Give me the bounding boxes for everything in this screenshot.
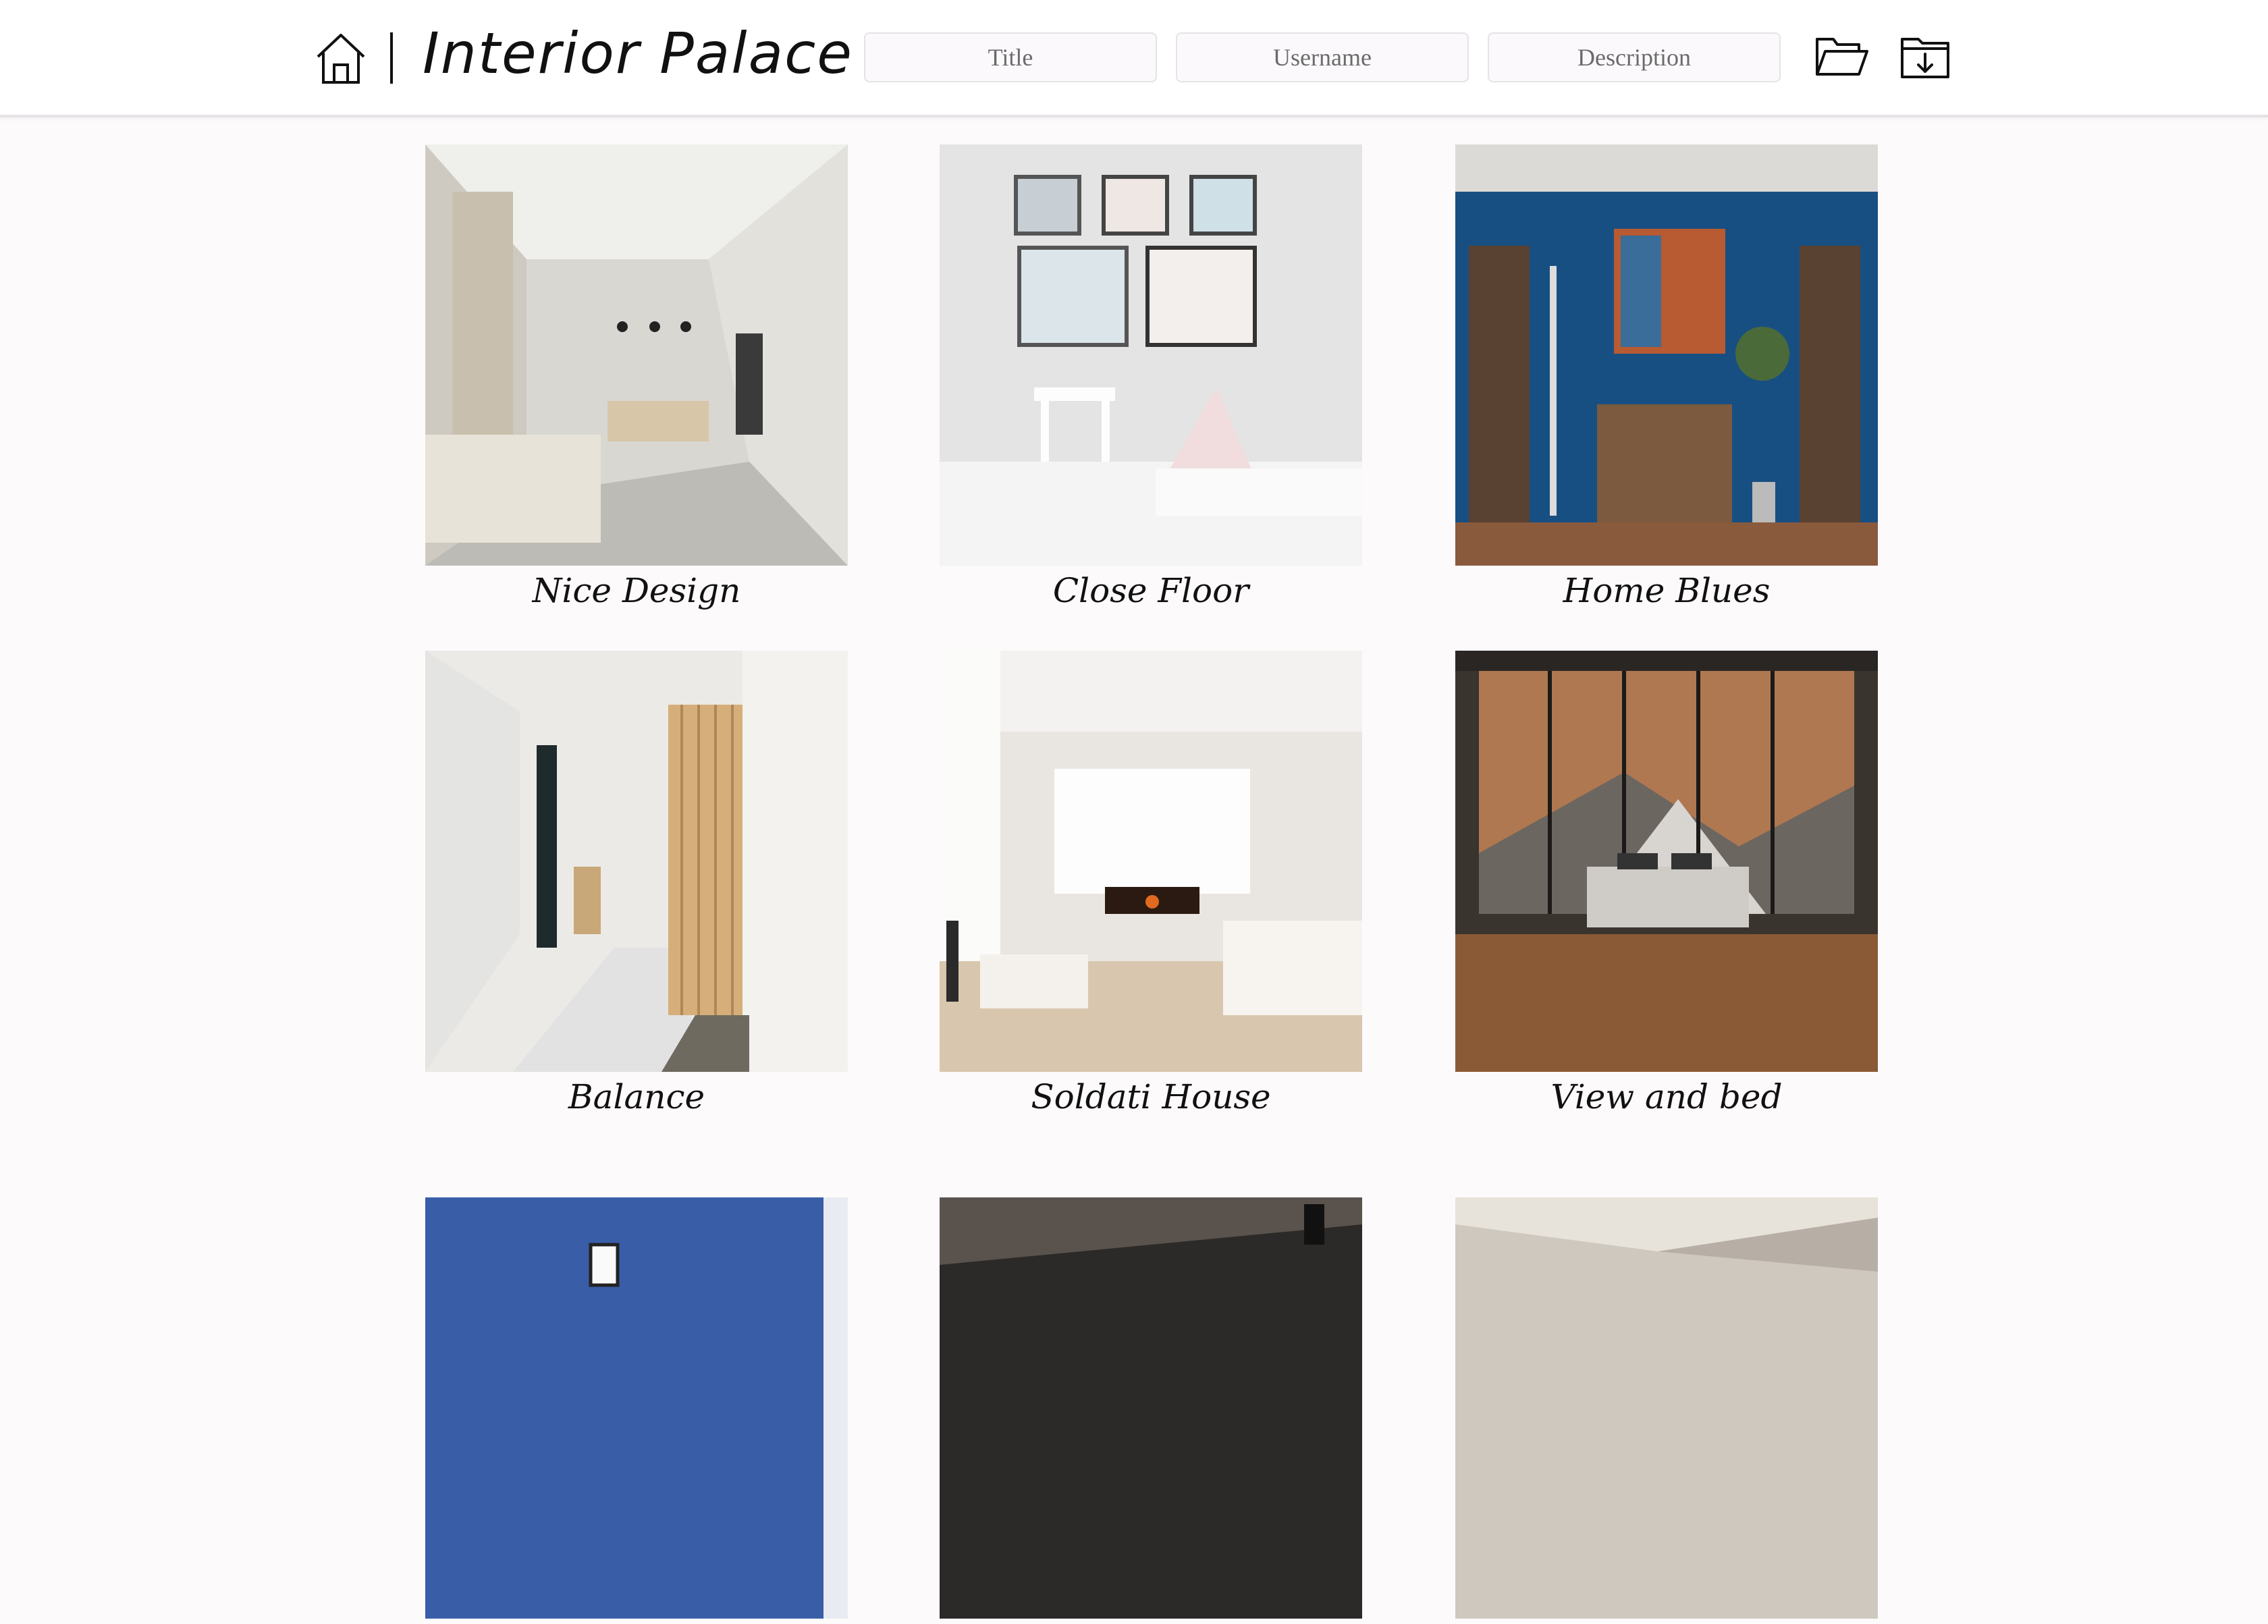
gallery-card[interactable]: Home Blues xyxy=(1455,144,1878,610)
home-icon[interactable] xyxy=(314,31,368,85)
gallery-caption: View and bed xyxy=(1550,1077,1783,1116)
app-title: Interior Palace xyxy=(423,20,853,86)
gallery-image[interactable] xyxy=(940,1197,1362,1619)
top-header: Interior Palace xyxy=(0,0,2268,117)
gallery-image[interactable] xyxy=(1455,1197,1878,1619)
gallery-card[interactable]: Close Floor xyxy=(940,144,1362,610)
folder-download-icon[interactable] xyxy=(1898,32,1953,82)
gallery-caption: Soldati House xyxy=(1031,1077,1271,1116)
gallery-image[interactable] xyxy=(425,1197,848,1619)
gallery-caption: Nice Design xyxy=(532,571,741,610)
gallery-card[interactable] xyxy=(425,1197,848,1624)
description-search-input[interactable] xyxy=(1488,32,1781,82)
gallery-caption: Home Blues xyxy=(1563,571,1771,610)
folder-open-icon[interactable] xyxy=(1814,32,1870,82)
gallery-image[interactable] xyxy=(940,651,1362,1072)
gallery-card[interactable] xyxy=(1455,1197,1878,1624)
gallery-image[interactable] xyxy=(425,651,848,1072)
gallery-caption: Balance xyxy=(568,1077,705,1116)
gallery-card[interactable]: View and bed xyxy=(1455,651,1878,1116)
gallery-image[interactable] xyxy=(940,144,1362,566)
gallery-image[interactable] xyxy=(425,144,848,566)
header-divider xyxy=(390,32,393,84)
gallery-image[interactable] xyxy=(1455,651,1878,1072)
gallery-caption: Close Floor xyxy=(1052,571,1249,610)
gallery-card[interactable]: Balance xyxy=(425,651,848,1116)
gallery-card[interactable] xyxy=(940,1197,1362,1624)
gallery-image[interactable] xyxy=(1455,144,1878,566)
gallery-card[interactable]: Nice Design xyxy=(425,144,848,610)
username-search-input[interactable] xyxy=(1176,32,1469,82)
gallery-card[interactable]: Soldati House xyxy=(940,651,1362,1116)
title-search-input[interactable] xyxy=(864,32,1157,82)
